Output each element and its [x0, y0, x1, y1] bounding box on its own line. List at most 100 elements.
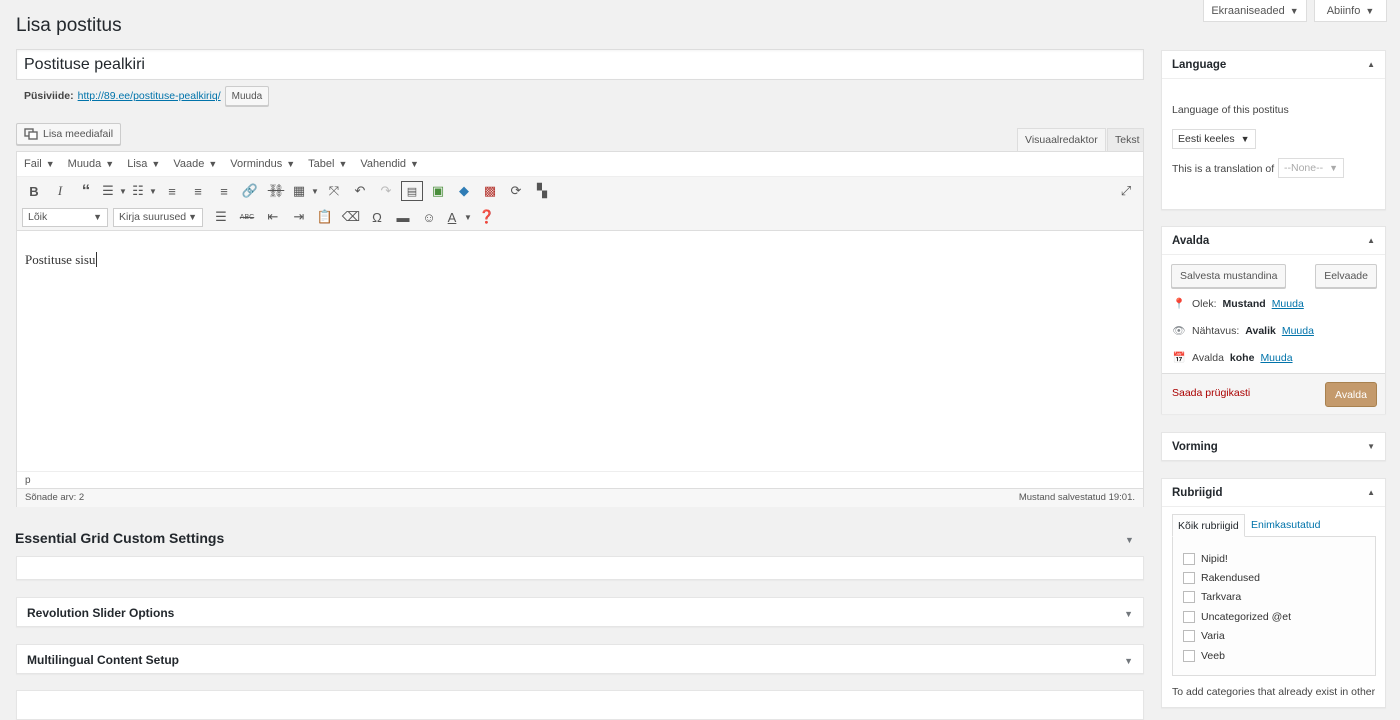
- collapse-up-icon[interactable]: ▲: [1367, 488, 1375, 497]
- checkbox[interactable]: [1183, 572, 1195, 585]
- font-size-select[interactable]: Kirja suurused ▼: [113, 207, 203, 227]
- bullet-list-icon[interactable]: ☰: [99, 179, 117, 203]
- publish-box-title: Avalda: [1172, 235, 1210, 247]
- link-icon[interactable]: 🔗: [237, 179, 263, 203]
- align-left-icon[interactable]: ≡: [159, 179, 185, 203]
- category-item[interactable]: Veeb: [1183, 646, 1365, 665]
- help-icon[interactable]: ❓: [474, 205, 500, 229]
- trash-link[interactable]: Saada prügikasti: [1172, 387, 1250, 399]
- menu-edit[interactable]: Muuda ▼: [68, 158, 115, 170]
- caret-down-icon[interactable]: ▼: [147, 179, 159, 203]
- revolution-slider-box[interactable]: Revolution Slider Options ▼: [16, 597, 1144, 627]
- tab-text[interactable]: Tekst: [1107, 128, 1144, 151]
- essential-grid-toggle-icon[interactable]: ▼: [1125, 535, 1134, 545]
- category-item[interactable]: Uncategorized @et: [1183, 607, 1365, 626]
- format-box[interactable]: Vorming ▼: [1161, 432, 1386, 461]
- menu-view[interactable]: Vaade ▼: [173, 158, 217, 170]
- format-box-header[interactable]: Vorming ▼: [1162, 433, 1385, 461]
- caret-down-icon: ▼: [338, 159, 348, 169]
- tab-visual[interactable]: Visuaalredaktor: [1017, 128, 1106, 151]
- collapse-up-icon[interactable]: ▲: [1367, 60, 1375, 69]
- menu-format[interactable]: Vormindus ▼: [230, 158, 295, 170]
- emoji-icon[interactable]: ☺: [416, 205, 442, 229]
- caret-down-icon[interactable]: ▼: [462, 205, 474, 229]
- tab-all-categories[interactable]: Kõik rubriigid: [1172, 514, 1245, 537]
- checkbox[interactable]: [1183, 610, 1195, 623]
- more-tag-icon[interactable]: ▬: [390, 205, 416, 229]
- language-select[interactable]: Eesti keeles ▼: [1172, 129, 1256, 149]
- menu-label: Muuda: [67, 158, 102, 170]
- insert-media-grid-icon[interactable]: ▩: [477, 179, 503, 203]
- menu-tools[interactable]: Vahendid ▼: [360, 158, 419, 170]
- multilingual-toggle-icon[interactable]: ▼: [1124, 656, 1133, 666]
- status-edit-link[interactable]: Muuda: [1272, 298, 1304, 310]
- italic-icon[interactable]: I: [47, 179, 73, 203]
- publish-button[interactable]: Avalda: [1325, 382, 1377, 407]
- post-title-input[interactable]: Postituse pealkiri: [16, 49, 1144, 80]
- blockquote-icon[interactable]: “: [73, 179, 99, 203]
- menu-insert[interactable]: Lisa ▼: [127, 158, 160, 170]
- visibility-edit-link[interactable]: Muuda: [1282, 325, 1314, 337]
- caret-down-icon[interactable]: ▼: [309, 179, 321, 203]
- collapse-up-icon[interactable]: ▲: [1367, 236, 1375, 245]
- insert-widget-icon[interactable]: ▣: [425, 179, 451, 203]
- category-label: Varia: [1201, 630, 1225, 643]
- caret-down-icon[interactable]: ▼: [117, 179, 129, 203]
- checkbox[interactable]: [1183, 630, 1195, 643]
- grid-icon[interactable]: ▚: [529, 179, 555, 203]
- help-button[interactable]: Abiinfo ▼: [1314, 0, 1387, 22]
- undo-icon[interactable]: ↶: [347, 179, 373, 203]
- multilingual-box[interactable]: Multilingual Content Setup ▼: [16, 644, 1144, 674]
- refresh-icon[interactable]: ⟳: [503, 179, 529, 203]
- menu-file[interactable]: Fail ▼: [24, 158, 55, 170]
- indent-icon[interactable]: ⇥: [286, 205, 312, 229]
- category-item[interactable]: Rakendused: [1183, 568, 1365, 587]
- expand-down-icon[interactable]: ▼: [1367, 442, 1375, 451]
- clear-format-icon[interactable]: ⌫: [338, 205, 364, 229]
- word-count: Sõnade arv: 2: [25, 492, 85, 503]
- multilingual-title: Multilingual Content Setup: [27, 653, 179, 667]
- fullscreen-icon[interactable]: ⤧: [321, 179, 347, 203]
- tab-popular-categories[interactable]: Enimkasutatud: [1251, 519, 1320, 531]
- paste-text-icon[interactable]: 📋: [312, 205, 338, 229]
- menu-table[interactable]: Tabel ▼: [308, 158, 347, 170]
- schedule-edit-link[interactable]: Muuda: [1260, 352, 1292, 364]
- caret-down-icon: ▼: [208, 159, 218, 169]
- outdent-icon[interactable]: ⇤: [260, 205, 286, 229]
- checkbox[interactable]: [1183, 552, 1195, 565]
- permalink-edit-button[interactable]: Muuda: [224, 86, 270, 106]
- bold-icon[interactable]: B: [21, 179, 47, 203]
- align-center-icon[interactable]: ≡: [185, 179, 211, 203]
- editor-content[interactable]: Postituse sisu: [17, 231, 1143, 471]
- strikethrough-icon[interactable]: ABC: [234, 205, 260, 229]
- permalink-link[interactable]: http://89.ee/postituse-pealkiriq/: [78, 90, 221, 102]
- categories-box-header[interactable]: Rubriigid ▲: [1162, 479, 1385, 507]
- screen-options-button[interactable]: Ekraaniseaded ▼: [1203, 0, 1307, 22]
- categories-box-title: Rubriigid: [1172, 487, 1223, 499]
- checkbox[interactable]: [1183, 591, 1195, 604]
- toolbar-toggle-icon[interactable]: ▤: [401, 181, 423, 201]
- checkbox[interactable]: [1183, 649, 1195, 662]
- format-select[interactable]: Lõik ▼: [22, 207, 108, 227]
- translation-select[interactable]: --None-- ▼: [1278, 158, 1345, 178]
- align-right-icon[interactable]: ≡: [211, 179, 237, 203]
- special-char-icon[interactable]: Ω: [364, 205, 390, 229]
- insert-box-icon[interactable]: ◆: [451, 179, 477, 203]
- revolution-toggle-icon[interactable]: ▼: [1124, 609, 1133, 619]
- table-icon[interactable]: ▦: [289, 179, 309, 203]
- publish-box-header[interactable]: Avalda ▲: [1162, 227, 1385, 255]
- text-color-icon[interactable]: A: [442, 205, 462, 229]
- category-item[interactable]: Tarkvara: [1183, 588, 1365, 607]
- justify-icon[interactable]: ☰: [208, 205, 234, 229]
- numbered-list-icon[interactable]: ☷: [129, 179, 147, 203]
- preview-button[interactable]: Eelvaade: [1315, 264, 1377, 288]
- add-media-button[interactable]: Lisa meediafail: [16, 123, 122, 145]
- redo-icon[interactable]: ↷: [373, 179, 399, 203]
- distraction-free-icon[interactable]: ⤢: [1113, 179, 1139, 203]
- save-draft-button[interactable]: Salvesta mustandina: [1171, 264, 1287, 288]
- category-item[interactable]: Varia: [1183, 627, 1365, 646]
- language-box-header[interactable]: Language ▲: [1162, 51, 1385, 79]
- unlink-icon[interactable]: ⛓: [263, 179, 289, 203]
- category-item[interactable]: Nipid!: [1183, 549, 1365, 568]
- format-box-title: Vorming: [1172, 441, 1218, 453]
